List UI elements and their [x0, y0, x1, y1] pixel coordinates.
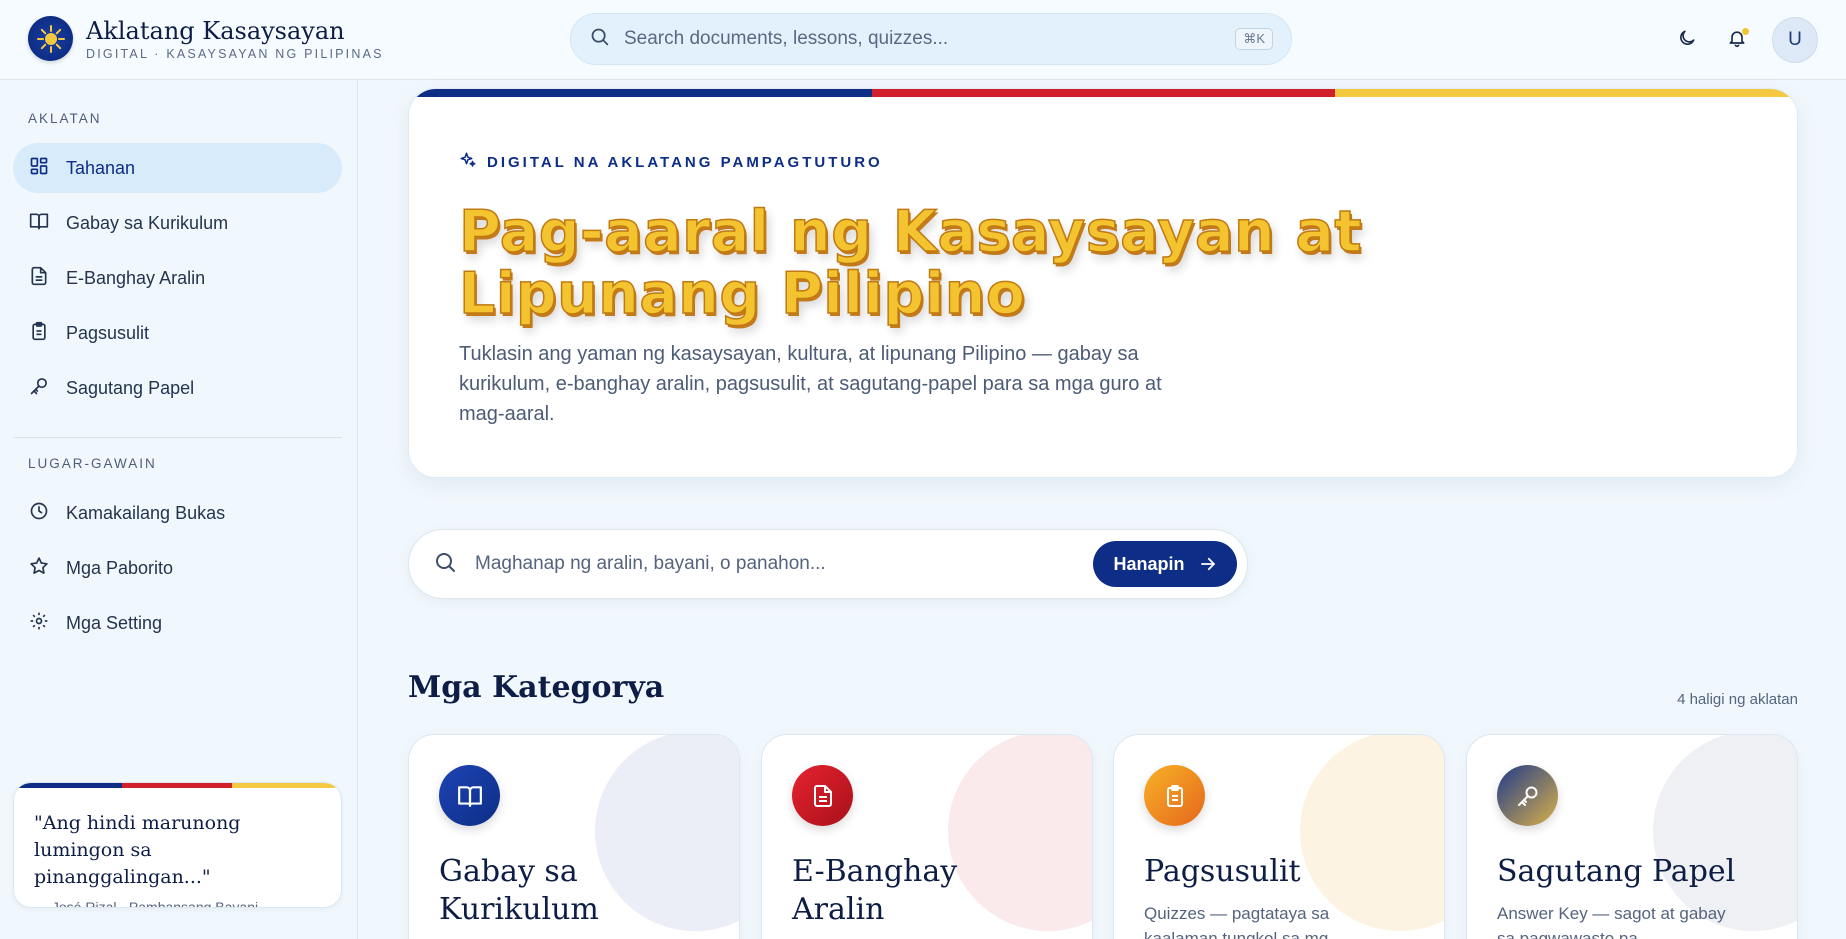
notification-dot	[1742, 28, 1749, 35]
quote-card: "Ang hindi marunong lumingon sa pinangga…	[13, 782, 342, 908]
top-bar: Aklatang Kasaysayan DIGITAL · KASAYSAYAN…	[0, 0, 1846, 80]
document-icon	[792, 765, 853, 826]
card-description: Quizzes — pagtataya sa kaalaman tungkol …	[1144, 904, 1343, 939]
brand-subtitle: DIGITAL · KASAYSAYAN NG PILIPINAS	[86, 46, 384, 61]
star-icon	[29, 556, 49, 581]
sidebar-item-gabay[interactable]: Gabay sa Kurikulum	[13, 198, 342, 248]
categories-heading: Mga Kategorya	[408, 670, 665, 705]
clipboard-icon	[1144, 765, 1205, 826]
sidebar-item-label: Mga Setting	[66, 612, 163, 633]
moon-icon	[1677, 28, 1697, 53]
hero-kicker-text: DIGITAL NA AKLATANG PAMPAGTUTURO	[487, 153, 883, 171]
categories-count: 4 haligi ng aklatan	[1677, 691, 1798, 708]
sidebar-item-favorites[interactable]: Mga Paborito	[13, 543, 342, 593]
user-avatar[interactable]: U	[1772, 17, 1818, 63]
category-card-sagutang-papel[interactable]: Sagutang Papel Answer Key — sagot at gab…	[1466, 734, 1798, 939]
sidebar-section-workspace: LUGAR-GAWAIN	[28, 456, 157, 471]
hero-card: DIGITAL NA AKLATANG PAMPAGTUTURO Pag-aar…	[408, 88, 1798, 478]
category-card-gabay[interactable]: Gabay sa Kurikulum	[408, 734, 740, 939]
global-search-placeholder: Search documents, lessons, quizzes...	[624, 28, 949, 49]
category-card-e-banghay[interactable]: E-Banghay Aralin	[761, 734, 1093, 939]
main-search-placeholder: Maghanap ng aralin, bayani, o panahon...	[475, 553, 826, 574]
sidebar-item-recent[interactable]: Kamakailang Bukas	[13, 488, 342, 538]
sidebar-item-e-banghay[interactable]: E-Banghay Aralin	[13, 253, 342, 303]
book-icon	[29, 211, 49, 236]
flag-strip	[409, 89, 1797, 97]
gear-icon	[29, 611, 49, 636]
search-icon	[589, 26, 610, 52]
card-description: Answer Key — sagot at gabay sa pagwawast…	[1497, 904, 1726, 939]
grid-icon	[29, 156, 49, 181]
flag-strip	[14, 783, 341, 788]
hero-description: Tuklasin ang yaman ng kasaysayan, kultur…	[459, 343, 1162, 425]
hero-title: Pag-aaral ng Kasaysayan at Lipunang Pili…	[458, 199, 1363, 327]
search-shortcut-badge: ⌘K	[1235, 28, 1273, 50]
hero-kicker: DIGITAL NA AKLATANG PAMPAGTUTURO	[459, 151, 883, 173]
brand[interactable]: Aklatang Kasaysayan DIGITAL · KASAYSAYAN…	[28, 16, 384, 61]
key-icon	[29, 376, 49, 401]
sidebar-item-label: E-Banghay Aralin	[66, 267, 206, 288]
theme-toggle-button[interactable]	[1664, 17, 1710, 63]
sidebar-item-pagsusulit[interactable]: Pagsusulit	[13, 308, 342, 358]
book-icon	[439, 765, 500, 826]
brand-title: Aklatang Kasaysayan	[86, 16, 345, 45]
notifications-button[interactable]	[1714, 17, 1760, 63]
sidebar-item-sagutang-papel[interactable]: Sagutang Papel	[13, 363, 342, 413]
card-title: Gabay sa Kurikulum	[439, 854, 599, 927]
arrow-right-icon	[1199, 555, 1217, 573]
sidebar-section-library: AKLATAN	[28, 111, 102, 126]
clock-icon	[29, 501, 49, 526]
sidebar-item-settings[interactable]: Mga Setting	[13, 598, 342, 648]
clipboard-icon	[29, 321, 49, 346]
card-title: Pagsusulit	[1144, 854, 1301, 889]
quote-author: — José Rizal · Pambansang Bayani	[34, 899, 259, 908]
sidebar-item-tahanan[interactable]: Tahanan	[13, 143, 342, 193]
category-card-pagsusulit[interactable]: Pagsusulit Quizzes — pagtataya sa kaalam…	[1113, 734, 1445, 939]
search-icon	[433, 550, 457, 579]
document-icon	[29, 266, 49, 291]
sidebar-item-label: Mga Paborito	[66, 557, 174, 578]
quote-text: "Ang hindi marunong lumingon sa pinangga…	[34, 812, 241, 888]
sidebar-item-label: Kamakailang Bukas	[66, 502, 226, 523]
card-title: E-Banghay Aralin	[792, 854, 958, 927]
main-search-input[interactable]: Maghanap ng aralin, bayani, o panahon...…	[408, 529, 1248, 599]
sidebar-divider	[13, 437, 342, 438]
key-icon	[1497, 765, 1558, 826]
sidebar-item-label: Gabay sa Kurikulum	[66, 212, 229, 233]
sparkle-icon	[459, 151, 477, 173]
category-cards: Gabay sa Kurikulum E-Banghay Aralin Pags…	[408, 734, 1798, 939]
search-submit-button[interactable]: Hanapin	[1093, 541, 1237, 587]
global-search-input[interactable]: Search documents, lessons, quizzes... ⌘K	[570, 13, 1292, 65]
sidebar-item-label: Tahanan	[66, 157, 136, 178]
card-title: Sagutang Papel	[1497, 854, 1736, 889]
sidebar: AKLATAN Tahanan Gabay sa Kurikulum E-Ban…	[0, 80, 358, 939]
sidebar-item-label: Sagutang Papel	[66, 377, 195, 398]
sidebar-item-label: Pagsusulit	[66, 322, 150, 343]
sun-logo-icon	[28, 16, 73, 61]
search-button-label: Hanapin	[1113, 553, 1185, 574]
